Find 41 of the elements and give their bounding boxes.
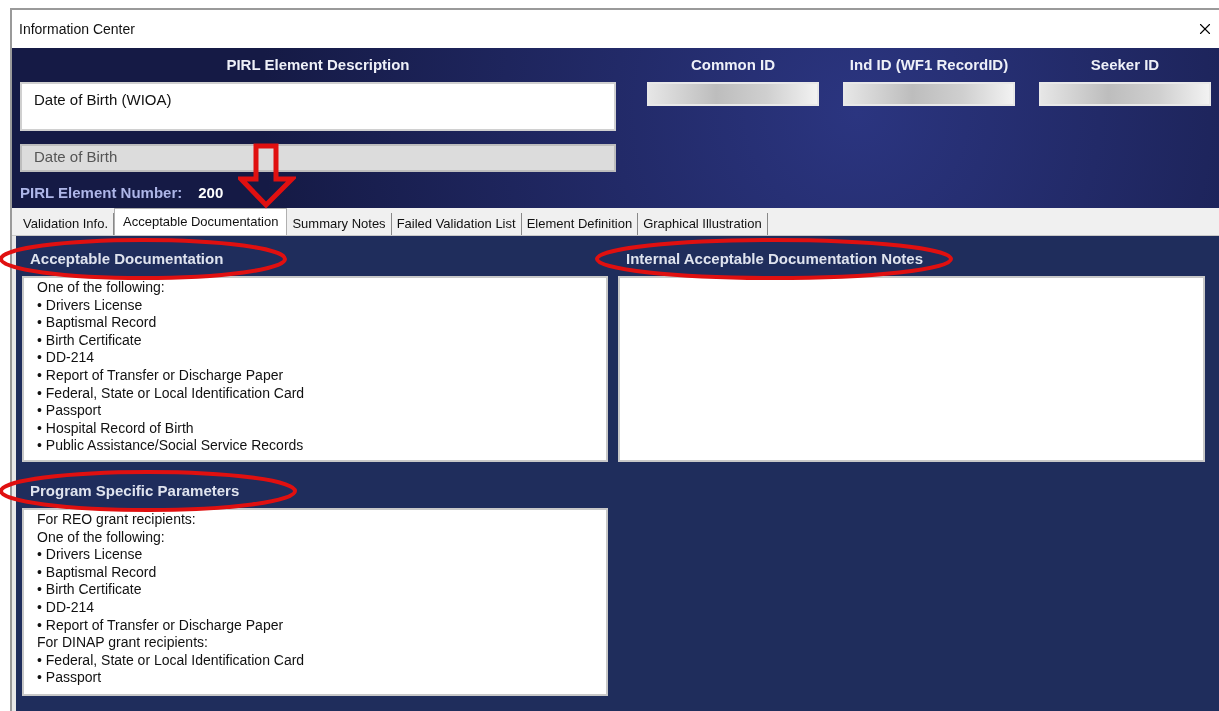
text-line: • Federal, State or Local Identification Card bbox=[37, 384, 305, 403]
window-title: Information Center bbox=[19, 19, 135, 39]
name-field[interactable]: Date of Birth bbox=[20, 143, 616, 172]
text-line: • Passport bbox=[37, 669, 102, 687]
field-label: PIRL Element Description bbox=[226, 55, 410, 75]
section-title: Internal Acceptable Documentation Notes bbox=[626, 248, 923, 269]
text-line: • Passport bbox=[37, 402, 102, 420]
text-line: • Hospital Record of Birth bbox=[37, 419, 194, 438]
section-title: Program Specific Parameters bbox=[30, 480, 240, 501]
text-line: • Report of Transfer or Discharge Paper bbox=[37, 366, 284, 385]
text-line: • DD-214 bbox=[37, 349, 95, 367]
text-line: For DINAP grant recipients: bbox=[37, 634, 208, 652]
text-line: • DD-214 bbox=[37, 598, 95, 617]
text-line: • Birth Certificate bbox=[37, 331, 142, 350]
tab[interactable]: Graphical Illustration bbox=[638, 213, 768, 235]
text-line: • Baptismal Record bbox=[37, 563, 157, 582]
id-field[interactable] bbox=[647, 81, 819, 106]
field-label: Seeker ID bbox=[1090, 55, 1160, 75]
id-field[interactable] bbox=[1039, 81, 1211, 106]
text-line: • Birth Certificate bbox=[37, 581, 142, 599]
text-line: • Public Assistance/Social Service Records bbox=[37, 437, 304, 455]
field-label: Ind ID (WF1 RecordID) bbox=[849, 55, 1009, 75]
text-line: • Report of Transfer or Discharge Paper bbox=[37, 616, 284, 635]
text-line: One of the following: bbox=[37, 279, 165, 297]
tab[interactable]: Summary Notes bbox=[287, 213, 392, 235]
id-field[interactable] bbox=[843, 81, 1015, 106]
text-line: For REO grant recipients: bbox=[37, 511, 196, 529]
text-line: • Drivers License bbox=[37, 546, 143, 564]
section-title: Acceptable Documentation bbox=[30, 248, 224, 269]
tab[interactable]: Failed Validation List bbox=[391, 213, 522, 235]
description-field[interactable]: Date of Birth (WIOA) bbox=[20, 81, 616, 131]
text-line: • Drivers License bbox=[37, 296, 143, 315]
tab[interactable]: Element Definition bbox=[521, 213, 639, 235]
element-number: 200 bbox=[198, 182, 224, 203]
tab[interactable]: Acceptable Documentation bbox=[114, 208, 288, 235]
text-line: One of the following: bbox=[37, 528, 165, 547]
field-label: PIRL Element Number: bbox=[20, 182, 183, 203]
text-line: • Baptismal Record bbox=[37, 314, 157, 332]
text-line: • Federal, State or Local Identification Card bbox=[37, 651, 305, 670]
annotation-arrow bbox=[238, 143, 296, 209]
field-label: Common ID bbox=[690, 55, 776, 75]
